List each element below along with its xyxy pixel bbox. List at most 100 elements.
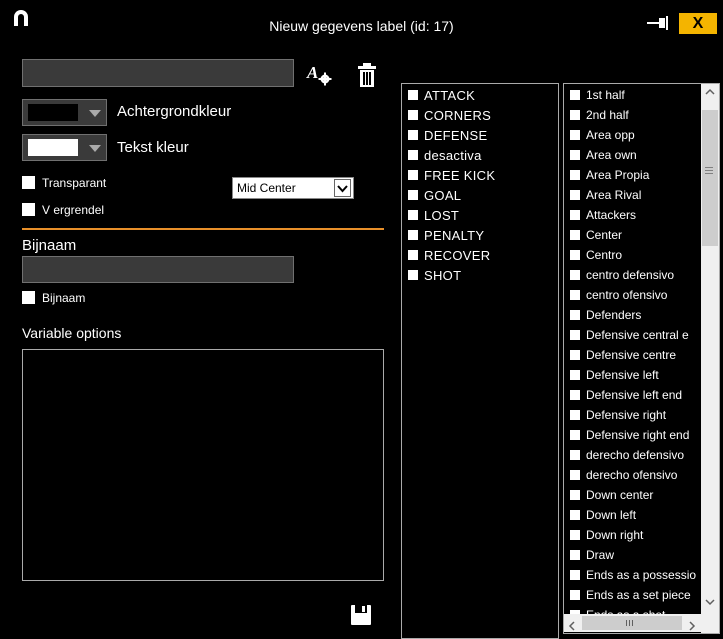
list-item-checkbox[interactable] — [570, 90, 580, 100]
list-item-checkbox[interactable] — [408, 110, 418, 120]
label-list-item[interactable]: Area opp — [570, 125, 635, 145]
label-list-item[interactable]: Attackers — [570, 205, 636, 225]
list-item-checkbox[interactable] — [570, 390, 580, 400]
list-item-checkbox[interactable] — [570, 270, 580, 280]
label-name-input[interactable] — [22, 59, 294, 87]
font-settings-icon[interactable]: A — [305, 61, 333, 87]
close-button[interactable]: X — [679, 13, 717, 34]
label-list-item[interactable]: Down right — [570, 525, 643, 545]
list-item-checkbox[interactable] — [570, 430, 580, 440]
list-item-label: Area Rival — [586, 188, 642, 202]
label-list-item[interactable]: Defensive right end — [570, 425, 689, 445]
list-item-checkbox[interactable] — [570, 350, 580, 360]
list-item-checkbox[interactable] — [570, 230, 580, 240]
list-item-label: Down center — [586, 488, 654, 502]
list-item-checkbox[interactable] — [570, 210, 580, 220]
category-list-item[interactable]: RECOVER — [408, 245, 490, 265]
label-list-item[interactable]: 1st half — [570, 85, 625, 105]
label-list-item[interactable]: derecho defensivo — [570, 445, 684, 465]
scrollbar-thumb[interactable] — [702, 110, 718, 246]
list-item-checkbox[interactable] — [570, 250, 580, 260]
label-list-item[interactable]: Down center — [570, 485, 653, 505]
label-list-item[interactable]: Area own — [570, 145, 637, 165]
list-item-checkbox[interactable] — [570, 470, 580, 480]
bijnaam-checkbox[interactable] — [22, 291, 35, 304]
label-list-item[interactable]: Ends as a set piece — [570, 585, 691, 605]
label-list-item[interactable]: Defensive centre — [570, 345, 676, 365]
text-color-picker[interactable] — [22, 134, 107, 161]
label-list-item[interactable]: Defensive left — [570, 365, 659, 385]
alignment-select[interactable]: Mid Center — [232, 177, 354, 199]
list-item-checkbox[interactable] — [408, 230, 418, 240]
list-item-checkbox[interactable] — [570, 590, 580, 600]
list-item-checkbox[interactable] — [570, 530, 580, 540]
vertical-scrollbar[interactable] — [701, 84, 719, 633]
list-item-checkbox[interactable] — [408, 130, 418, 140]
label-list[interactable]: 1st half 2nd half Area opp Area own Area Pro… — [563, 83, 720, 634]
category-list-item[interactable]: DEFENSE — [408, 125, 488, 145]
trash-icon[interactable] — [356, 62, 378, 88]
list-item-checkbox[interactable] — [570, 370, 580, 380]
label-list-item[interactable]: Center — [570, 225, 622, 245]
category-list-item[interactable]: SHOT — [408, 265, 461, 285]
list-item-label: Defensive left end — [586, 388, 683, 402]
list-item-checkbox[interactable] — [570, 150, 580, 160]
label-list-item[interactable]: Defenders — [570, 305, 641, 325]
list-item-checkbox[interactable] — [408, 250, 418, 260]
scroll-up-icon[interactable] — [705, 88, 715, 99]
list-item-checkbox[interactable] — [408, 170, 418, 180]
save-icon[interactable] — [350, 604, 372, 626]
label-list-item[interactable]: Area Rival — [570, 185, 641, 205]
category-list-item[interactable]: GOAL — [408, 185, 461, 205]
category-list-item[interactable]: PENALTY — [408, 225, 484, 245]
label-list-item[interactable]: 2nd half — [570, 105, 629, 125]
pin-icon[interactable] — [647, 16, 669, 30]
label-list-item[interactable]: Defensive left end — [570, 385, 682, 405]
label-list-item[interactable]: Ends as a possessio — [570, 565, 696, 585]
list-item-checkbox[interactable] — [408, 270, 418, 280]
horizontal-scrollbar[interactable] — [564, 614, 701, 632]
list-item-checkbox[interactable] — [570, 330, 580, 340]
list-item-checkbox[interactable] — [570, 410, 580, 420]
list-item-checkbox[interactable] — [570, 110, 580, 120]
list-item-checkbox[interactable] — [408, 190, 418, 200]
label-list-item[interactable]: centro defensivo — [570, 265, 674, 285]
label-list-item[interactable]: centro ofensivo — [570, 285, 667, 305]
scroll-right-icon[interactable] — [688, 618, 696, 633]
list-item-checkbox[interactable] — [570, 510, 580, 520]
background-color-picker[interactable] — [22, 99, 107, 126]
label-list-item[interactable]: Defensive right — [570, 405, 666, 425]
vergrendel-checkbox[interactable] — [22, 203, 35, 216]
label-list-item[interactable]: derecho ofensivo — [570, 465, 677, 485]
scroll-left-icon[interactable] — [568, 618, 576, 633]
horizontal-scrollbar-thumb[interactable] — [582, 616, 682, 630]
list-item-checkbox[interactable] — [570, 570, 580, 580]
list-item-checkbox[interactable] — [570, 290, 580, 300]
list-item-checkbox[interactable] — [408, 90, 418, 100]
list-item-checkbox[interactable] — [570, 450, 580, 460]
list-item-checkbox[interactable] — [570, 490, 580, 500]
list-item-checkbox[interactable] — [408, 150, 418, 160]
list-item-checkbox[interactable] — [570, 170, 580, 180]
category-list-item[interactable]: LOST — [408, 205, 459, 225]
category-list-item[interactable]: CORNERS — [408, 105, 491, 125]
label-list-item[interactable]: Draw — [570, 545, 614, 565]
chevron-down-icon[interactable] — [334, 179, 351, 197]
label-list-item[interactable]: Down left — [570, 505, 636, 525]
list-item-checkbox[interactable] — [570, 310, 580, 320]
bijnaam-input[interactable] — [22, 256, 294, 283]
list-item-checkbox[interactable] — [570, 190, 580, 200]
scroll-down-icon[interactable] — [705, 598, 715, 609]
label-list-item[interactable]: Centro — [570, 245, 622, 265]
category-list[interactable]: ATTACK CORNERS DEFENSE desactiva FREE KICK GO… — [401, 83, 559, 639]
list-item-checkbox[interactable] — [570, 130, 580, 140]
category-list-item[interactable]: desactiva — [408, 145, 482, 165]
transparant-checkbox[interactable] — [22, 176, 35, 189]
list-item-checkbox[interactable] — [570, 550, 580, 560]
category-list-item[interactable]: FREE KICK — [408, 165, 495, 185]
category-list-item[interactable]: ATTACK — [408, 85, 475, 105]
variable-options-textarea[interactable] — [22, 349, 384, 581]
label-list-item[interactable]: Defensive central e — [570, 325, 689, 345]
label-list-item[interactable]: Area Propia — [570, 165, 649, 185]
list-item-checkbox[interactable] — [408, 210, 418, 220]
